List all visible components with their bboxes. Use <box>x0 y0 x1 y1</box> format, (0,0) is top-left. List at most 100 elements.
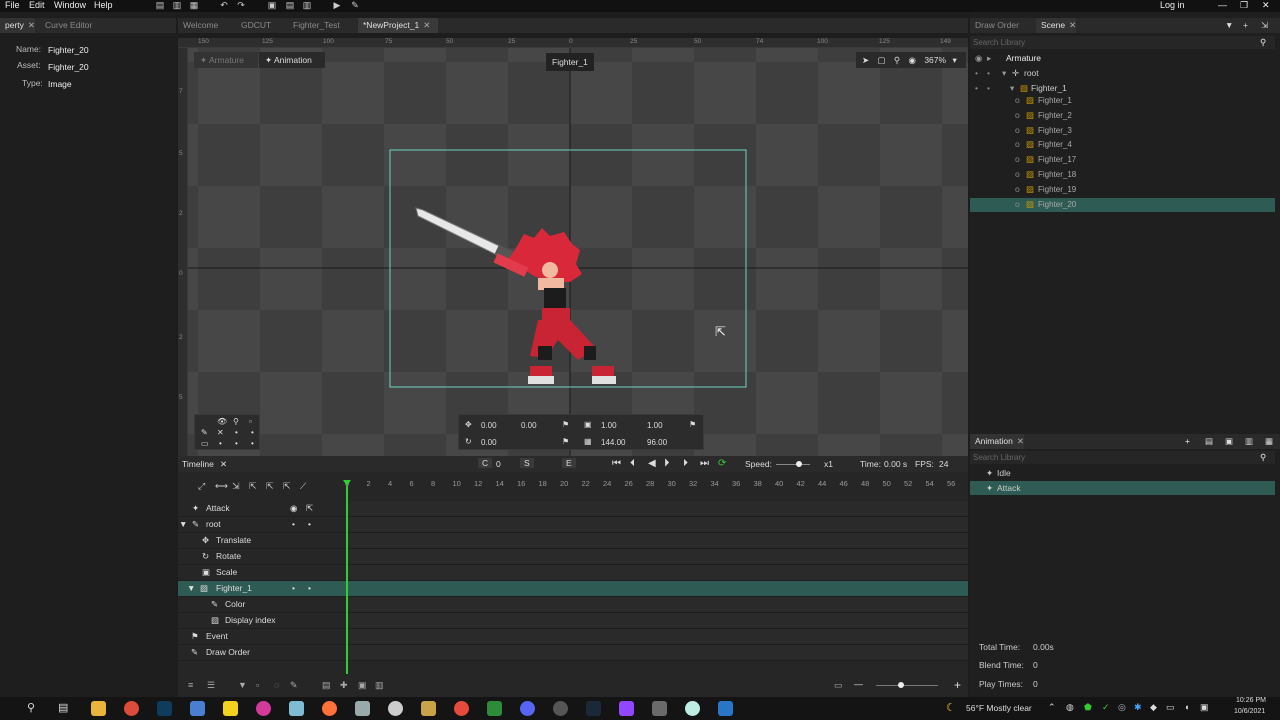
search-icon[interactable]: ⚲ <box>1260 37 1266 48</box>
playhead[interactable] <box>346 486 348 674</box>
task-view-icon[interactable]: ▤ <box>58 701 68 714</box>
maximize-icon[interactable]: ❐ <box>1240 0 1248 11</box>
dot-icon[interactable]: • <box>235 428 238 437</box>
duplicate-icon[interactable]: ▣ <box>1220 434 1233 449</box>
key-icon[interactable]: ⇲ <box>232 481 240 492</box>
app-icon[interactable] <box>553 701 568 716</box>
expand-icon[interactable]: ⤢ <box>198 481 205 492</box>
new-project-icon[interactable]: ▤ <box>155 0 165 10</box>
lock-icon[interactable]: ▸ <box>987 53 991 64</box>
dot-icon[interactable]: • <box>987 83 990 93</box>
chevron-down-icon[interactable]: ▼ <box>187 583 195 593</box>
clock-date[interactable]: 10/6/2021 <box>1234 708 1265 715</box>
scene-child-fighter-2[interactable]: o ▨ Fighter_2 <box>970 109 1275 123</box>
chevron-down-icon[interactable]: ▾ <box>952 55 956 65</box>
lock-icon[interactable]: ▫ <box>256 680 259 690</box>
menu-file[interactable]: File <box>5 0 20 11</box>
last-frame-icon[interactable]: ⏭ <box>700 458 709 469</box>
rotation[interactable]: 0.00 <box>481 438 497 447</box>
timeline-row-rotate[interactable]: ↻ Rotate <box>178 549 968 565</box>
animation-item-attack[interactable]: ✦ Attack <box>970 481 1275 495</box>
track[interactable] <box>346 597 968 612</box>
clock-time[interactable]: 10:26 PM <box>1236 697 1266 704</box>
app-icon[interactable] <box>685 701 700 716</box>
app-icon[interactable] <box>718 701 733 716</box>
tab-property[interactable]: perty ✕ <box>0 18 36 33</box>
export-icon[interactable]: ▥ <box>1240 434 1253 449</box>
zoom-slider[interactable] <box>876 685 938 686</box>
track[interactable] <box>346 517 968 532</box>
visibility-icon[interactable]: o <box>1015 169 1020 179</box>
key-add-icon[interactable]: ⇱ <box>249 481 257 492</box>
steam-icon[interactable] <box>586 701 601 716</box>
flag-icon[interactable]: ⚑ <box>562 420 569 429</box>
close-window-icon[interactable]: ✕ <box>1262 0 1270 11</box>
tab-gdcut[interactable]: GDCUT <box>236 18 271 33</box>
close-icon[interactable]: ✕ <box>28 20 35 30</box>
position-x[interactable]: 0.00 <box>481 421 497 430</box>
speed-slider[interactable] <box>776 464 810 465</box>
redo-icon[interactable]: ↷ <box>236 0 246 10</box>
edit-icon[interactable]: ✎ <box>350 0 360 10</box>
curve-c-button[interactable]: C <box>478 458 493 468</box>
save-icon[interactable]: ▦ <box>189 0 199 10</box>
tab-animation[interactable]: Animation ✕ <box>970 434 1024 449</box>
scene-child-fighter-4[interactable]: o ▨ Fighter_4 <box>970 138 1275 152</box>
minimize-icon[interactable]: — <box>1218 0 1227 11</box>
delete-icon[interactable]: ▥ <box>375 680 384 691</box>
close-icon[interactable]: ✕ <box>220 459 227 470</box>
tray-app-icon[interactable]: ▣ <box>1200 702 1209 713</box>
app-icon[interactable] <box>421 701 436 716</box>
filter-icon[interactable]: ▼ <box>1220 18 1233 33</box>
open-icon[interactable]: ▥ <box>172 0 182 10</box>
track[interactable] <box>346 533 968 548</box>
dragonbones-icon[interactable] <box>487 701 502 716</box>
name-value[interactable]: Fighter_20 <box>48 45 89 55</box>
zoom-slider-handle[interactable] <box>898 682 904 688</box>
zoom-level[interactable]: 367% <box>924 55 946 65</box>
timeline-row-root[interactable]: ▼ ✎ root • • <box>178 517 968 533</box>
key-move-icon[interactable]: ⇱ <box>283 481 291 492</box>
app-icon[interactable] <box>355 701 370 716</box>
key-remove-icon[interactable]: ⇱ <box>266 481 274 492</box>
chevron-down-icon[interactable]: ▼ <box>179 519 187 529</box>
dot-icon[interactable]: • <box>219 439 222 448</box>
visibility-icon[interactable]: o <box>1015 125 1020 135</box>
visibility-icon[interactable]: o <box>1015 184 1020 194</box>
app-icon[interactable] <box>454 701 469 716</box>
menu-help[interactable]: Help <box>94 0 113 11</box>
dot-icon[interactable]: • <box>308 519 311 529</box>
eye-icon[interactable]: 👁 <box>217 417 227 426</box>
tab-curve-editor[interactable]: Curve Editor <box>40 18 92 33</box>
close-icon[interactable]: ✕ <box>423 20 430 30</box>
scale-y[interactable]: 1.00 <box>647 421 663 430</box>
flag-icon[interactable]: ⚑ <box>562 437 569 446</box>
fit-icon[interactable]: ▭ <box>834 680 843 691</box>
scene-child-fighter-20[interactable]: o ▨ Fighter_20 <box>970 197 1275 212</box>
mode-animation-button[interactable]: ✦ Animation <box>259 52 325 68</box>
dot-icon[interactable]: • <box>975 68 978 78</box>
scene-child-fighter-18[interactable]: o ▨ Fighter_18 <box>970 168 1275 182</box>
track[interactable] <box>346 629 968 644</box>
position-y[interactable]: 0.00 <box>521 421 537 430</box>
dot-icon[interactable]: • <box>975 83 978 93</box>
dot-icon[interactable]: • <box>292 583 295 593</box>
box-icon[interactable]: ▭ <box>201 439 209 448</box>
asset-value[interactable]: Fighter_20 <box>48 62 89 72</box>
lock-icon[interactable]: ▫ <box>249 417 252 426</box>
photoshop-icon[interactable] <box>157 701 172 716</box>
tool-icon[interactable]: ✎ <box>290 680 298 691</box>
timeline-row-fighter-1[interactable]: ▼ ▨ Fighter_1 • • <box>178 581 968 597</box>
width[interactable]: 144.00 <box>601 438 625 447</box>
edit-icon[interactable]: ✎ <box>201 428 208 437</box>
next-frame-icon[interactable]: ⏵ <box>683 458 688 469</box>
timeline-row-draw-order[interactable]: ✎ Draw Order <box>178 645 968 661</box>
timeline-row-display-index[interactable]: ▨ Display index <box>178 613 968 629</box>
app-icon[interactable] <box>256 701 271 716</box>
curve-s-button[interactable]: S <box>520 458 534 468</box>
loop-icon[interactable]: ⟳ <box>718 458 726 469</box>
tray-app-icon[interactable]: ✓ <box>1102 702 1110 713</box>
tray-chevron-icon[interactable]: ⌃ <box>1048 702 1056 713</box>
playhead-marker[interactable] <box>343 480 351 486</box>
visibility-icon[interactable]: o <box>1015 199 1020 209</box>
